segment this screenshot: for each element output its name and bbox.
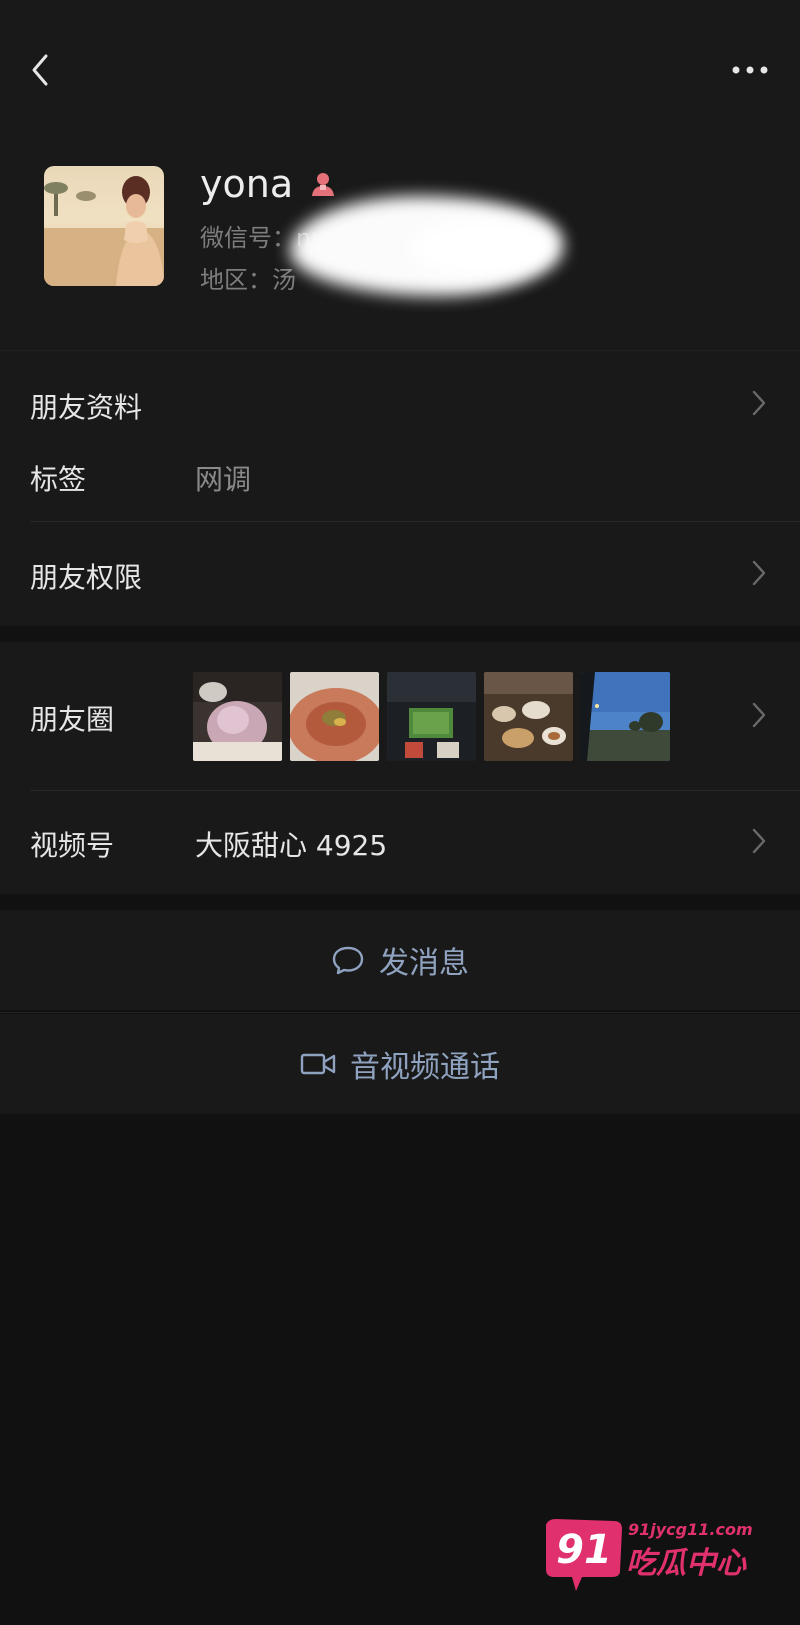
moment-thumbnail[interactable] <box>581 672 670 761</box>
chat-bubble-icon <box>332 946 364 975</box>
moment-thumbnail[interactable] <box>290 672 379 761</box>
svg-text:91jycg11.com: 91jycg11.com <box>628 1520 753 1539</box>
profile-name: yona <box>200 162 294 206</box>
region: 地区：汤 <box>200 266 296 294</box>
video-camera-icon <box>300 1053 336 1075</box>
svg-text:吃瓜中心: 吃瓜中心 <box>626 1546 747 1581</box>
chevron-right-icon <box>752 702 766 728</box>
permissions-label: 朋友权限 <box>30 561 143 594</box>
moment-thumbnail[interactable] <box>193 672 282 761</box>
moment-thumbnail[interactable] <box>387 672 476 761</box>
chevron-right-icon <box>752 828 766 854</box>
video-call-button[interactable]: 音视频通话 <box>0 1014 800 1114</box>
video-call-label: 音视频通话 <box>350 1050 500 1085</box>
tags-label: 标签 <box>30 463 87 496</box>
tags-row[interactable]: 标签 网调 <box>0 438 800 518</box>
chevron-right-icon <box>752 390 766 416</box>
permissions-row[interactable]: 朋友权限 <box>0 522 800 626</box>
moments-row[interactable]: 朋友圈 <box>0 642 800 790</box>
channels-value: 大阪甜心 4925 <box>195 829 388 862</box>
friend-profile-label: 朋友资料 <box>30 391 143 424</box>
tags-value: 网调 <box>195 463 252 496</box>
moment-thumbnail[interactable] <box>484 672 573 761</box>
info-section: 朋友资料 标签 网调 朋友权限 <box>0 350 800 626</box>
svg-text:91: 91 <box>556 1527 612 1573</box>
send-message-label: 发消息 <box>379 946 469 981</box>
channels-label: 视频号 <box>30 829 115 862</box>
send-message-button[interactable]: 发消息 <box>0 910 800 1010</box>
female-user-icon <box>312 173 335 196</box>
chevron-left-icon[interactable] <box>26 50 56 90</box>
ellipsis-icon[interactable] <box>730 58 770 82</box>
site-watermark: 91 91jycg11.com 吃瓜中心 <box>540 1515 760 1595</box>
chevron-right-icon <box>752 560 766 586</box>
profile-header: yona 微信号：nvidHay 地区：汤 <box>0 140 800 350</box>
moments-label: 朋友圈 <box>30 703 115 736</box>
channels-row[interactable]: 视频号 大阪甜心 4925 <box>0 790 800 894</box>
avatar[interactable] <box>44 166 164 286</box>
redaction-blur <box>410 218 560 278</box>
moments-thumbnails <box>193 672 670 761</box>
moments-section: 朋友圈 视频号 大阪甜心 4925 <box>0 642 800 894</box>
top-bar <box>0 0 800 140</box>
